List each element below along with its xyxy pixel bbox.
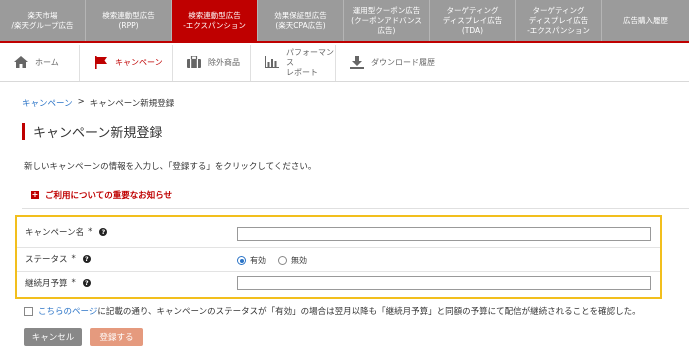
campaign-name-input[interactable] bbox=[237, 227, 651, 241]
tab-rpp[interactable]: 検索連動型広告 (RPP) bbox=[86, 0, 172, 41]
required-mark: * bbox=[88, 227, 93, 237]
status-inactive-radio[interactable]: 無効 bbox=[278, 255, 307, 266]
download-icon bbox=[350, 55, 364, 71]
subnav-home[interactable]: ホーム bbox=[0, 45, 80, 81]
sub-navigation: ホーム キャンペーン 除外商品 パフォーマンス レポート ダウンロード履歴 bbox=[0, 45, 689, 82]
tab-rpp-expansion[interactable]: 検索連動型広告 -エクスパンション bbox=[172, 0, 258, 41]
divider bbox=[22, 208, 689, 209]
tab-purchase-history[interactable]: 広告購入履歴 bbox=[602, 0, 689, 41]
status-label: ステータス bbox=[25, 255, 68, 265]
subnav-excluded-items[interactable]: 除外商品 bbox=[173, 45, 251, 81]
page-title-block: キャンペーン新規登録 bbox=[22, 122, 163, 141]
subnav-download-history[interactable]: ダウンロード履歴 bbox=[336, 45, 436, 81]
top-navigation: 楽天市場 /楽天グループ広告 検索連動型広告 (RPP) 検索連動型広告 -エク… bbox=[0, 0, 689, 43]
divider bbox=[17, 247, 660, 248]
important-notice-toggle[interactable]: + ご利用についての重要なお知らせ bbox=[31, 189, 172, 201]
help-icon[interactable]: ? bbox=[82, 279, 91, 287]
subnav-download-label: ダウンロード履歴 bbox=[371, 58, 435, 67]
help-icon[interactable]: ? bbox=[99, 228, 108, 236]
monthly-budget-input[interactable] bbox=[237, 276, 651, 290]
monthly-budget-row: 継続月予算 * ? bbox=[25, 277, 91, 289]
page-description: 新しいキャンペーンの情報を入力し、「登録する」をクリックしてください。 bbox=[24, 162, 317, 172]
tab-tda[interactable]: ターゲティング ディスプレイ広告 (TDA) bbox=[430, 0, 516, 41]
subnav-performance-label: パフォーマンス レポート bbox=[286, 48, 334, 77]
breadcrumb-current: キャンペーン新規登録 bbox=[89, 99, 175, 109]
flag-icon bbox=[94, 55, 108, 71]
subnav-home-label: ホーム bbox=[35, 58, 59, 67]
page-title: キャンペーン新規登録 bbox=[33, 125, 163, 141]
campaign-name-label: キャンペーン名 bbox=[25, 228, 85, 238]
monthly-budget-label: 継続月予算 bbox=[25, 279, 68, 289]
help-icon[interactable]: ? bbox=[82, 255, 91, 263]
required-mark: * bbox=[71, 254, 76, 264]
cancel-button[interactable]: キャンセル bbox=[24, 328, 82, 346]
status-radio-group: 有効 無効 bbox=[237, 255, 307, 266]
confirm-checkbox[interactable] bbox=[24, 306, 33, 316]
tab-rakuten-group-ads[interactable]: 楽天市場 /楽天グループ広告 bbox=[0, 0, 86, 41]
details-page-link[interactable]: こちらのページ bbox=[38, 307, 97, 317]
radio-selected-icon bbox=[237, 256, 246, 265]
plus-icon: + bbox=[31, 190, 39, 199]
briefcase-icon bbox=[187, 55, 201, 70]
title-accent-bar bbox=[22, 122, 25, 140]
status-active-radio[interactable]: 有効 bbox=[237, 255, 266, 266]
status-inactive-label: 無効 bbox=[291, 256, 307, 265]
breadcrumb: キャンペーン > キャンペーン新規登録 bbox=[22, 97, 174, 109]
confirmation-text: に記載の通り、キャンペーンのステータスが「有効」の場合は翌月以降も「継続月予算」… bbox=[97, 307, 641, 317]
home-icon bbox=[14, 56, 28, 70]
confirmation-row: こちらのページに記載の通り、キャンペーンのステータスが「有効」の場合は翌月以降も… bbox=[24, 305, 641, 317]
subnav-campaign-label: キャンペーン bbox=[115, 58, 163, 67]
radio-unselected-icon bbox=[278, 256, 287, 265]
subnav-campaign[interactable]: キャンペーン bbox=[80, 45, 173, 81]
required-mark: * bbox=[71, 278, 76, 288]
campaign-form: キャンペーン名 * ? ステータス * ? 有効 無効 継続月予算 * ? bbox=[15, 215, 662, 299]
subnav-performance-report[interactable]: パフォーマンス レポート bbox=[251, 45, 336, 81]
important-notice-label: ご利用についての重要なお知らせ bbox=[45, 191, 173, 201]
campaign-name-row: キャンペーン名 * ? bbox=[25, 226, 108, 238]
subnav-excluded-label: 除外商品 bbox=[208, 58, 240, 67]
status-active-label: 有効 bbox=[250, 256, 266, 265]
breadcrumb-separator: > bbox=[77, 97, 85, 107]
register-button[interactable]: 登録する bbox=[90, 328, 143, 346]
status-row: ステータス * ? bbox=[25, 253, 91, 265]
breadcrumb-campaign-link[interactable]: キャンペーン bbox=[22, 97, 73, 109]
divider bbox=[17, 271, 660, 272]
bar-chart-icon bbox=[265, 56, 279, 70]
tab-coupon-advance[interactable]: 運用型クーポン広告 (クーポンアドバンス 広告) bbox=[344, 0, 430, 41]
tab-cpa[interactable]: 効果保証型広告 (楽天CPA広告) bbox=[258, 0, 344, 41]
tab-tda-expansion[interactable]: ターゲティング ディスプレイ広告 -エクスパンション bbox=[516, 0, 602, 41]
